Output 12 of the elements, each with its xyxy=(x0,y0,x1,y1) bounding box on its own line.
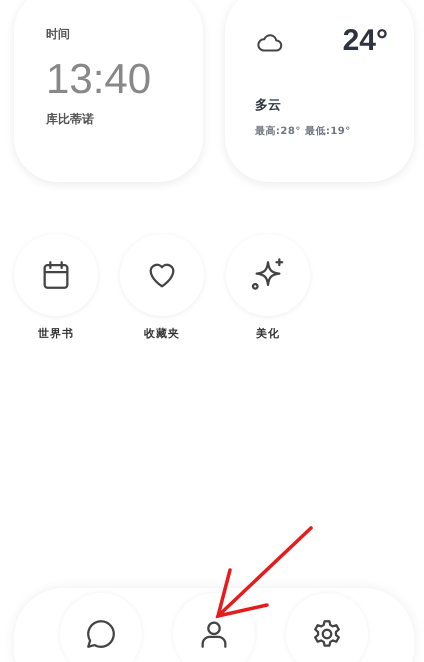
widget-label: 时间 xyxy=(46,26,70,43)
app-label: 世界书 xyxy=(38,326,74,341)
weather-condition: 多云 xyxy=(254,97,281,114)
temperature-range: 最高:28° 最低:19° xyxy=(254,124,351,138)
sparkle-icon xyxy=(251,258,285,292)
location-name: 库比蒂诺 xyxy=(46,111,94,128)
chat-bubble-icon xyxy=(84,617,118,651)
temperature: 24° xyxy=(342,24,388,58)
dock-button[interactable] xyxy=(173,593,255,662)
app-label: 美化 xyxy=(256,326,280,341)
app-label: 收藏夹 xyxy=(144,326,180,341)
clock-time: 13:40 xyxy=(46,55,152,103)
